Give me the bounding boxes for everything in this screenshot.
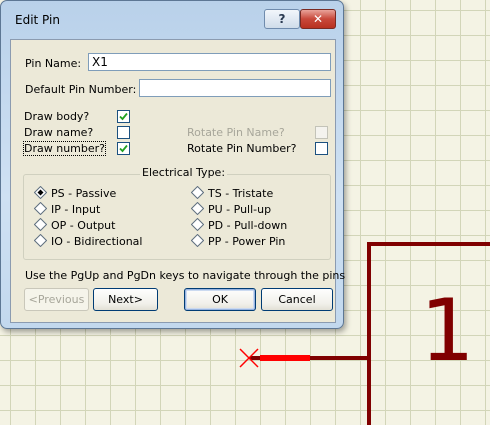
close-button[interactable]: ✕	[300, 9, 336, 29]
radio-icon	[34, 218, 47, 231]
previous-button[interactable]: <Previous	[24, 288, 89, 311]
checkmark-icon	[119, 144, 128, 153]
help-button[interactable]: ?	[264, 9, 300, 29]
checkmark-icon	[119, 112, 128, 121]
cancel-button[interactable]: Cancel	[261, 288, 333, 311]
rotate-pin-name-checkbox[interactable]	[315, 126, 328, 139]
radio-tristate[interactable]	[191, 186, 204, 199]
draw-number-label: Draw number?	[23, 141, 106, 156]
close-icon: ✕	[312, 12, 324, 26]
ok-button[interactable]: OK	[184, 288, 256, 311]
dialog-title: Edit Pin	[15, 13, 60, 27]
radio-tristate-label: TS - Tristate	[208, 187, 274, 200]
electrical-type-title: Electrical Type:	[140, 166, 228, 179]
radio-output[interactable]	[34, 218, 47, 231]
radio-icon	[191, 186, 204, 199]
radio-power-pin[interactable]	[191, 234, 204, 247]
radio-pullup-label: PU - Pull-up	[208, 203, 272, 216]
draw-number-checkbox[interactable]	[117, 142, 130, 155]
radio-passive[interactable]	[34, 186, 47, 199]
next-button[interactable]: Next>	[93, 288, 158, 311]
radio-input-label: IP - Input	[51, 203, 101, 216]
default-pin-number-input[interactable]	[139, 79, 331, 97]
rotate-pin-number-label: Rotate Pin Number?	[187, 142, 297, 155]
radio-passive-label: PS - Passive	[51, 187, 117, 200]
radio-power-pin-label: PP - Power Pin	[208, 235, 286, 248]
rotate-pin-number-checkbox[interactable]	[315, 142, 328, 155]
radio-selected-icon	[34, 186, 47, 199]
radio-pulldown[interactable]	[191, 218, 204, 231]
draw-name-label: Draw name?	[24, 126, 94, 139]
default-pin-number-label: Default Pin Number:	[25, 83, 137, 96]
radio-icon	[191, 218, 204, 231]
radio-bidirectional[interactable]	[34, 234, 47, 247]
navigation-hint: Use the PgUp and PgDn keys to navigate t…	[25, 269, 346, 282]
radio-input[interactable]	[34, 202, 47, 215]
draw-body-checkbox[interactable]	[117, 110, 130, 123]
edit-pin-dialog: Edit Pin ? ✕ Pin Name: X1 Default Pin Nu…	[0, 0, 345, 329]
draw-name-checkbox[interactable]	[117, 126, 130, 139]
radio-icon	[191, 202, 204, 215]
radio-bidirectional-label: IO - Bidirectional	[51, 235, 143, 248]
radio-pulldown-label: PD - Pull-down	[208, 219, 288, 232]
radio-pullup[interactable]	[191, 202, 204, 215]
pin-name-label: Pin Name:	[25, 57, 82, 70]
radio-icon	[34, 234, 47, 247]
draw-body-label: Draw body?	[24, 110, 90, 123]
pin-number-text: 1	[420, 281, 475, 381]
dialog-client-area: Pin Name: X1 Default Pin Number: Draw bo…	[10, 39, 345, 323]
help-icon: ?	[278, 12, 286, 26]
rotate-pin-name-label: Rotate Pin Name?	[187, 126, 285, 139]
radio-icon	[34, 202, 47, 215]
radio-output-label: OP - Output	[51, 219, 116, 232]
radio-icon	[191, 234, 204, 247]
pin-name-input[interactable]: X1	[88, 53, 331, 71]
